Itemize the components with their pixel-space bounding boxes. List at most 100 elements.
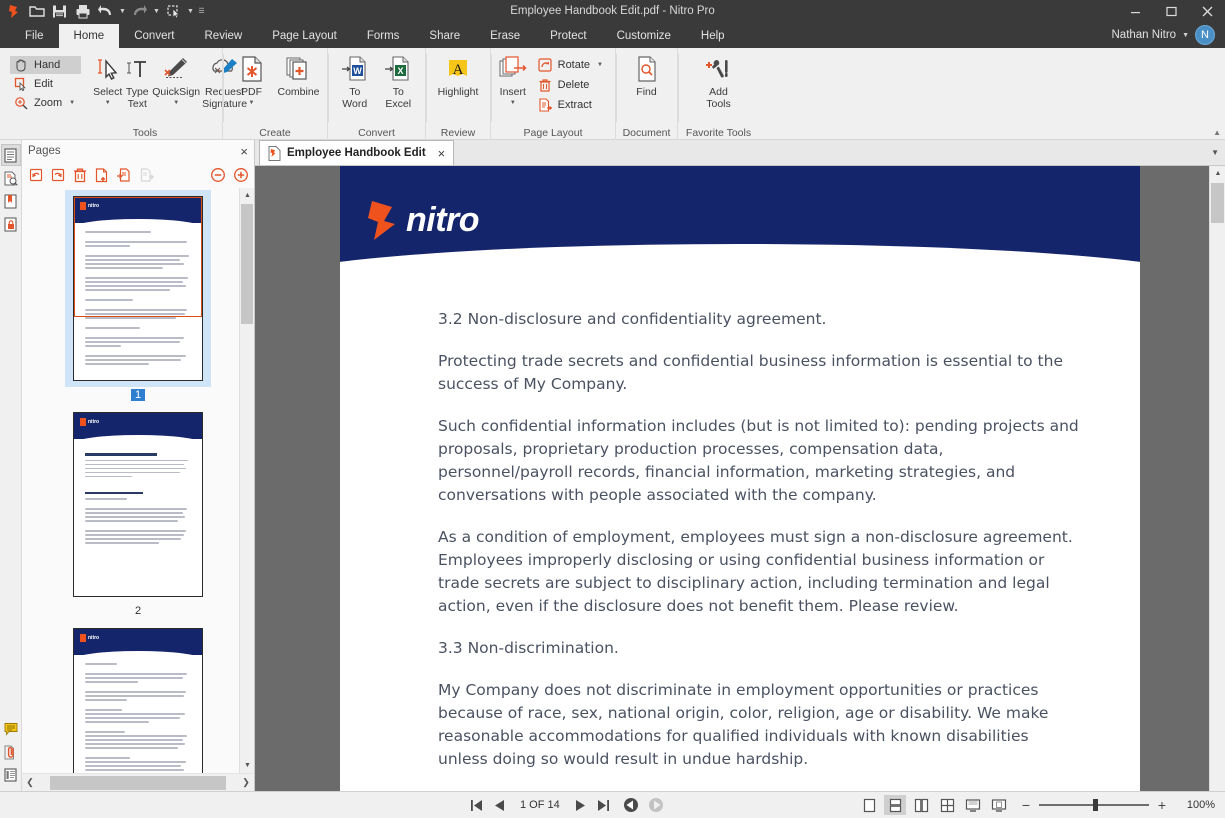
zoom-level[interactable]: 100% (1175, 799, 1215, 811)
two-page-view-button[interactable] (910, 795, 932, 815)
to-word-button[interactable]: W ToWord (334, 52, 376, 110)
thumbnail-3[interactable]: nitro (65, 622, 211, 773)
document-tab-employee-handbook-edit[interactable]: Employee Handbook Edit × (259, 140, 454, 165)
attachments-icon[interactable] (1, 741, 21, 763)
pages-panel-scrollbar[interactable]: ▲ ▼ (239, 188, 254, 773)
scroll-up-icon[interactable]: ▲ (240, 188, 254, 203)
thumbnail-item[interactable]: nitro (38, 406, 238, 617)
hand-tool-button[interactable]: Hand (10, 56, 81, 74)
document-viewport[interactable]: nitro 3.2 Non-disclosure and confidentia… (255, 166, 1225, 791)
tab-protect[interactable]: Protect (535, 24, 601, 48)
save-icon[interactable] (48, 1, 71, 21)
zoom-tool-button[interactable]: Zoom ▼ (10, 94, 81, 112)
select-button[interactable]: Select ▼ (93, 52, 122, 107)
tab-forms[interactable]: Forms (352, 24, 415, 48)
close-button[interactable] (1189, 0, 1225, 22)
thumbnail-zoom-out-button[interactable] (208, 166, 227, 185)
close-document-tab-button[interactable]: × (438, 146, 446, 161)
scroll-left-icon[interactable]: ❮ (22, 775, 38, 791)
qat-dropdown-caret-icon[interactable]: ▼ (185, 1, 196, 21)
delete-pages-button[interactable] (70, 166, 89, 185)
tab-help[interactable]: Help (686, 24, 740, 48)
last-page-button[interactable] (596, 799, 610, 812)
tab-customize[interactable]: Customize (602, 24, 686, 48)
collapse-ribbon-button[interactable]: ▲ (1213, 128, 1221, 137)
pages-panel-scroll-thumb[interactable] (241, 204, 253, 324)
hscroll-track[interactable] (38, 776, 238, 790)
hscroll-thumb[interactable] (50, 776, 226, 790)
thumbnail-item[interactable]: nitro (38, 622, 238, 773)
thumbnail-zoom-in-button[interactable] (231, 166, 250, 185)
nitro-logo-icon[interactable] (2, 1, 25, 21)
create-pdf-button[interactable]: PDF ▼ (229, 52, 274, 107)
fit-page-button[interactable] (988, 795, 1010, 815)
quicksign-button[interactable]: QuickSign ▼ (152, 52, 200, 107)
close-pages-panel-button[interactable]: × (240, 144, 248, 159)
document-tabs-overflow-icon[interactable]: ▼ (1211, 148, 1219, 157)
highlight-button[interactable]: A Highlight (432, 52, 484, 99)
tab-erase[interactable]: Erase (475, 24, 535, 48)
previous-view-button[interactable] (623, 797, 639, 813)
maximize-button[interactable] (1153, 0, 1189, 22)
thumbnail-item[interactable]: nitro (38, 190, 238, 401)
open-icon[interactable] (25, 1, 48, 21)
tab-review[interactable]: Review (190, 24, 258, 48)
grid-view-button[interactable] (936, 795, 958, 815)
replace-pages-button[interactable] (136, 166, 155, 185)
extract-pages-button[interactable] (114, 166, 133, 185)
add-tools-button[interactable]: AddTools (696, 52, 742, 110)
next-view-button[interactable] (648, 797, 664, 813)
pages-panel-hscrollbar[interactable]: ❮ ❯ (22, 773, 254, 791)
next-page-button[interactable] (575, 799, 587, 812)
combine-button[interactable]: Combine (276, 52, 321, 99)
previous-page-button[interactable] (493, 799, 505, 812)
zoom-slider-thumb[interactable] (1093, 799, 1098, 811)
scroll-up-icon[interactable]: ▲ (1210, 166, 1225, 181)
document-scrollbar[interactable]: ▲ (1209, 166, 1225, 791)
undo-caret-icon[interactable]: ▼ (117, 1, 128, 21)
page-thumbnail-list[interactable]: nitro (22, 188, 254, 773)
security-lock-icon[interactable] (1, 213, 21, 235)
scroll-down-icon[interactable]: ▼ (240, 758, 254, 773)
thumbnail-2[interactable]: nitro (65, 406, 211, 603)
print-icon[interactable] (71, 1, 94, 21)
zoom-out-button[interactable]: − (1020, 797, 1032, 813)
document-scroll-thumb[interactable] (1211, 183, 1224, 223)
find-button[interactable]: Find (622, 52, 671, 99)
comments-icon[interactable] (1, 718, 21, 740)
layers-icon[interactable] (1, 764, 21, 786)
qat-customize-icon[interactable]: ☰ (196, 1, 207, 21)
zoom-in-button[interactable]: + (1156, 797, 1168, 813)
redo-caret-icon[interactable]: ▼ (151, 1, 162, 21)
tab-page-layout[interactable]: Page Layout (257, 24, 352, 48)
edit-tool-button[interactable]: Edit (10, 75, 81, 93)
rotate-button[interactable]: Rotate ▼ (533, 56, 607, 74)
bookmarks-search-icon[interactable] (1, 167, 21, 189)
single-page-view-button[interactable] (858, 795, 880, 815)
tab-share[interactable]: Share (414, 24, 475, 48)
page-indicator[interactable]: 1 OF 14 (514, 799, 566, 811)
select-cursor-icon[interactable] (162, 1, 185, 21)
redo-icon[interactable] (128, 1, 151, 21)
pages-panel-icon[interactable] (1, 144, 21, 166)
minimize-button[interactable] (1117, 0, 1153, 22)
tab-file[interactable]: File (10, 24, 59, 48)
to-excel-button[interactable]: X ToExcel (378, 52, 420, 110)
tab-home[interactable]: Home (59, 24, 120, 48)
undo-icon[interactable] (94, 1, 117, 21)
account-menu[interactable]: Nathan Nitro ▼ N (1112, 24, 1225, 48)
bookmark-icon[interactable] (1, 190, 21, 212)
tab-convert[interactable]: Convert (119, 24, 189, 48)
rotate-left-button[interactable] (26, 166, 45, 185)
delete-pages-button[interactable]: Delete (533, 76, 607, 94)
zoom-slider[interactable] (1039, 804, 1149, 806)
continuous-view-button[interactable] (884, 795, 906, 815)
scroll-right-icon[interactable]: ❯ (238, 775, 254, 791)
insert-pages-button[interactable]: Insert ▼ (497, 52, 529, 107)
type-text-button[interactable]: TypeText (124, 52, 150, 110)
insert-pages-button[interactable] (92, 166, 111, 185)
fit-width-button[interactable] (962, 795, 984, 815)
extract-pages-button[interactable]: Extract (533, 96, 607, 114)
rotate-right-button[interactable] (48, 166, 67, 185)
first-page-button[interactable] (470, 799, 484, 812)
